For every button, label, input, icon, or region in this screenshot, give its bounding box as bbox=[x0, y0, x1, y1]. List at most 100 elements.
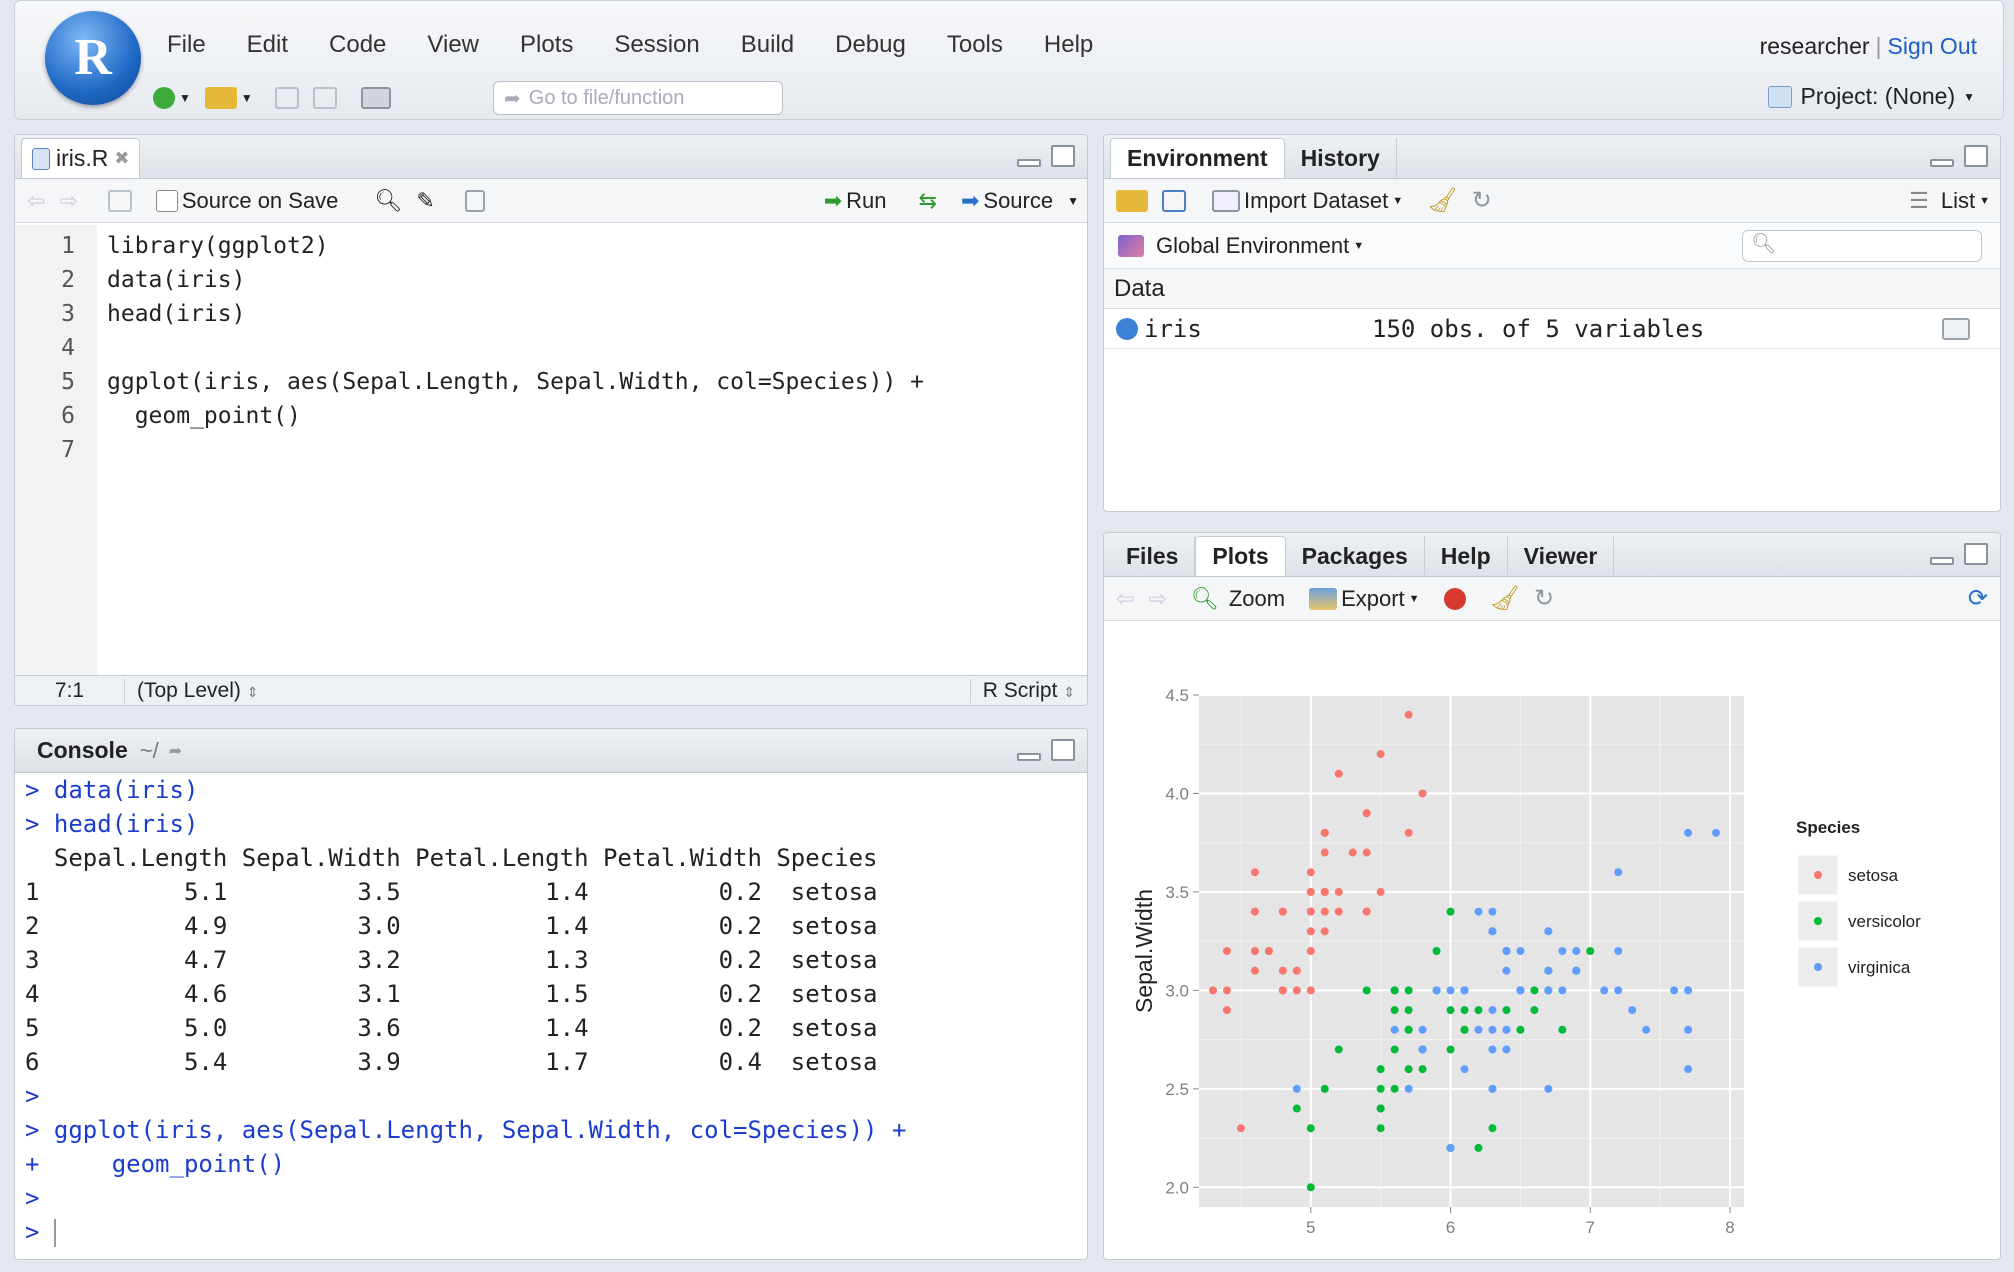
file-type-label: R Script bbox=[982, 678, 1058, 702]
env-var-value: 150 obs. of 5 variables bbox=[1372, 314, 1705, 343]
dropdown-arrow-icon[interactable]: ▼ bbox=[241, 91, 253, 105]
menu-edit[interactable]: Edit bbox=[247, 31, 288, 59]
export-button[interactable]: Export ▼ bbox=[1309, 586, 1420, 612]
menu-tools[interactable]: Tools bbox=[947, 31, 1003, 59]
data-point-setosa bbox=[1250, 966, 1259, 975]
menu-session[interactable]: Session bbox=[614, 31, 699, 59]
environment-scope-selector[interactable]: Global Environment ▼ bbox=[1118, 233, 1364, 259]
code-line[interactable]: data(iris) bbox=[107, 263, 924, 297]
data-point-versicolor bbox=[1446, 1006, 1455, 1015]
zoom-label: Zoom bbox=[1228, 585, 1286, 611]
print-icon[interactable] bbox=[360, 87, 391, 109]
tab-environment[interactable]: Environment bbox=[1110, 138, 1285, 178]
save-icon[interactable] bbox=[1162, 189, 1186, 212]
file-type-selector[interactable]: R Script ⇕ bbox=[969, 678, 1087, 703]
zoom-button[interactable]: 🔍︎ Zoom bbox=[1191, 586, 1285, 612]
rerun-icon[interactable]: ⇆ bbox=[919, 188, 937, 214]
minimize-icon[interactable] bbox=[1930, 159, 1954, 167]
back-arrow-icon[interactable]: ⇦ bbox=[1116, 586, 1134, 612]
console-line: > bbox=[25, 1181, 1087, 1215]
menu-help[interactable]: Help bbox=[1044, 31, 1093, 59]
source-button[interactable]: ➡ Source ▼ bbox=[961, 188, 1079, 214]
data-point-setosa bbox=[1278, 966, 1287, 975]
minimize-icon[interactable] bbox=[1017, 159, 1041, 167]
run-button[interactable]: ➡ Run bbox=[824, 188, 887, 214]
chevron-down-icon: ▼ bbox=[1067, 193, 1079, 208]
legend-title: Species bbox=[1796, 818, 1860, 837]
compile-report-icon[interactable] bbox=[464, 189, 485, 212]
publish-icon[interactable]: ⟳ bbox=[1968, 584, 1988, 613]
new-file-icon[interactable] bbox=[153, 87, 175, 109]
data-point-setosa bbox=[1334, 769, 1343, 778]
menu-view[interactable]: View bbox=[427, 31, 479, 59]
broom-icon[interactable]: 🧹︎ bbox=[1427, 186, 1457, 215]
code-line[interactable] bbox=[107, 331, 924, 365]
data-point-setosa bbox=[1306, 927, 1315, 936]
tab-files[interactable]: Files bbox=[1110, 536, 1196, 576]
tab-history[interactable]: History bbox=[1285, 138, 1397, 178]
remove-plot-icon[interactable] bbox=[1443, 587, 1466, 610]
save-icon[interactable] bbox=[274, 87, 299, 109]
maximize-icon[interactable] bbox=[1051, 739, 1075, 761]
import-dataset-button[interactable]: Import Dataset ▼ bbox=[1212, 188, 1403, 214]
menu-debug[interactable]: Debug bbox=[835, 31, 906, 59]
environment-search-input[interactable]: 🔍︎ bbox=[1742, 229, 1982, 262]
menu-plots[interactable]: Plots bbox=[520, 31, 573, 59]
console-line: > head(iris) bbox=[25, 807, 1087, 841]
save-icon[interactable] bbox=[107, 189, 132, 212]
code-line[interactable]: ggplot(iris, aes(Sepal.Length, Sepal.Wid… bbox=[107, 365, 924, 399]
goto-file-input[interactable]: ➦ Go to file/function bbox=[493, 81, 783, 115]
source-on-save-checkbox[interactable]: Source on Save bbox=[155, 188, 338, 214]
project-menu[interactable]: Project: (None) ▼ bbox=[1768, 83, 1975, 110]
forward-arrow-icon[interactable]: ⇨ bbox=[1148, 586, 1166, 612]
legend-label: virginica bbox=[1848, 958, 1911, 977]
tab-packages[interactable]: Packages bbox=[1286, 536, 1425, 576]
editor-tab-iris[interactable]: iris.R ✖ bbox=[21, 138, 141, 178]
code-line[interactable]: geom_point() bbox=[107, 399, 924, 433]
close-icon[interactable]: ✖ bbox=[114, 148, 129, 169]
magic-wand-icon[interactable]: ✎ bbox=[416, 188, 434, 214]
list-view-selector[interactable]: ☰ List ▼ bbox=[1909, 188, 1990, 214]
save-all-icon[interactable] bbox=[312, 87, 337, 109]
env-row-iris[interactable]: iris 150 obs. of 5 variables bbox=[1104, 309, 2000, 349]
tab-viewer[interactable]: Viewer bbox=[1508, 536, 1615, 576]
menu-file[interactable]: File bbox=[167, 31, 206, 59]
broom-icon[interactable]: 🧹︎ bbox=[1490, 584, 1520, 613]
console-text: 4 4.6 3.1 1.5 0.2 setosa bbox=[25, 980, 878, 1008]
refresh-icon[interactable]: ↻ bbox=[1472, 186, 1492, 215]
code-line[interactable]: head(iris) bbox=[107, 297, 924, 331]
code-editor[interactable]: 1 2 3 4 5 6 7 library(ggplot2) data(iris) head(i… bbox=[15, 225, 1087, 675]
back-arrow-icon[interactable]: ⇦ bbox=[27, 188, 45, 214]
tab-plots[interactable]: Plots bbox=[1195, 536, 1286, 576]
chevron-down-icon: ▼ bbox=[1353, 239, 1365, 252]
console-output[interactable]: > data(iris) > head(iris) Sepal.Length Se… bbox=[15, 773, 1087, 1259]
code-line[interactable]: library(ggplot2) bbox=[107, 229, 924, 263]
editor-window-controls bbox=[1017, 145, 1075, 167]
menu-build[interactable]: Build bbox=[741, 31, 794, 59]
open-folder-icon[interactable] bbox=[1116, 189, 1148, 212]
code-line[interactable] bbox=[107, 433, 924, 467]
dropdown-arrow-icon[interactable]: ▼ bbox=[179, 91, 191, 105]
menu-code[interactable]: Code bbox=[329, 31, 386, 59]
data-point-versicolor bbox=[1376, 1104, 1385, 1113]
sign-out-link[interactable]: Sign Out bbox=[1888, 33, 1978, 59]
open-folder-icon[interactable] bbox=[204, 87, 237, 109]
tab-help[interactable]: Help bbox=[1425, 536, 1508, 576]
maximize-icon[interactable] bbox=[1964, 543, 1988, 565]
code-text[interactable]: library(ggplot2) data(iris) head(iris) ggp… bbox=[97, 225, 924, 675]
maximize-icon[interactable] bbox=[1964, 145, 1988, 167]
expand-icon[interactable] bbox=[1116, 317, 1138, 340]
go-to-directory-icon[interactable]: ➦ bbox=[169, 741, 182, 761]
maximize-icon[interactable] bbox=[1051, 145, 1075, 167]
refresh-icon[interactable]: ↻ bbox=[1534, 584, 1554, 613]
checkbox-icon[interactable] bbox=[155, 189, 178, 212]
minimize-icon[interactable] bbox=[1017, 753, 1041, 761]
search-icon[interactable]: 🔍︎ bbox=[374, 188, 402, 214]
view-data-icon[interactable] bbox=[1942, 317, 1970, 340]
data-point-versicolor bbox=[1376, 1124, 1385, 1133]
minimize-icon[interactable] bbox=[1930, 557, 1954, 565]
data-point-versicolor bbox=[1306, 1183, 1315, 1192]
line-number: 2 bbox=[61, 267, 75, 293]
scope-selector[interactable]: (Top Level) ⇕ bbox=[125, 679, 970, 703]
forward-arrow-icon[interactable]: ⇨ bbox=[59, 188, 77, 214]
